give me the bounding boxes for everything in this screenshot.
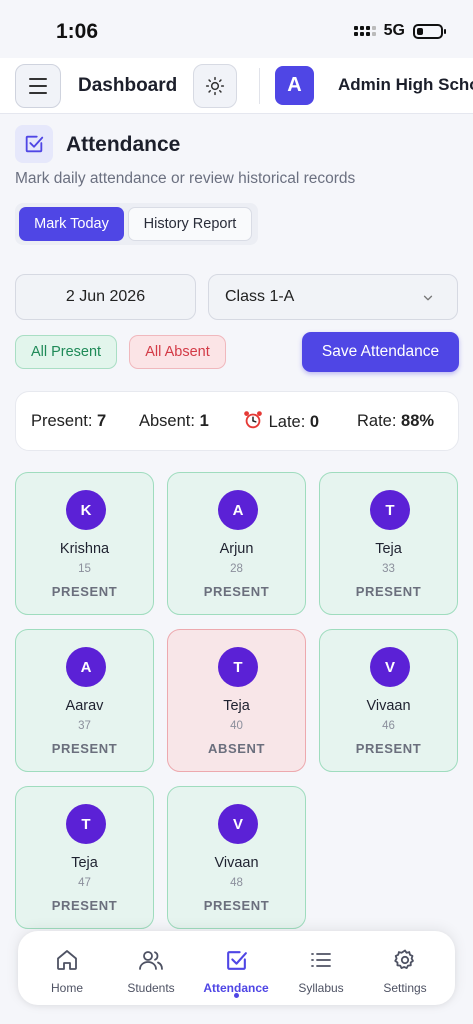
student-card[interactable]: K Krishna 15 PRESENT xyxy=(15,472,154,615)
late-count: 0 xyxy=(309,413,320,431)
nav-item-students[interactable]: Students xyxy=(109,947,193,995)
student-avatar: T xyxy=(66,804,106,844)
student-roll: 15 xyxy=(78,563,91,575)
header-divider xyxy=(259,68,260,104)
absent-stat: Absent: 1 xyxy=(139,412,209,430)
gear-icon xyxy=(394,949,414,969)
student-name: Teja xyxy=(375,541,402,557)
student-roll: 48 xyxy=(230,877,243,889)
status-bar: 1:06 5G xyxy=(0,0,473,58)
student-card[interactable]: A Arjun 28 PRESENT xyxy=(167,472,306,615)
attendance-summary: Present: 7 Absent: 1 Late: 0 Rate: 88% xyxy=(15,391,459,451)
student-roll: 33 xyxy=(382,563,395,575)
network-type: 5G xyxy=(383,22,405,39)
nav-label-students: Students xyxy=(127,981,175,995)
student-name: Krishna xyxy=(59,541,110,557)
student-status: PRESENT xyxy=(355,741,422,756)
student-status: PRESENT xyxy=(51,584,118,599)
student-roll: 28 xyxy=(230,563,243,575)
active-indicator-dot xyxy=(234,993,239,998)
student-name: Teja xyxy=(223,698,250,714)
sun-icon xyxy=(205,76,225,96)
nav-label-syllabus: Syllabus xyxy=(298,981,344,995)
student-name: Aarav xyxy=(65,698,104,714)
theme-toggle-button[interactable] xyxy=(193,64,237,108)
users-icon xyxy=(139,951,163,970)
nav-item-attendance[interactable]: Attendance xyxy=(194,947,278,995)
student-card[interactable]: A Aarav 37 PRESENT xyxy=(15,629,154,772)
student-status: PRESENT xyxy=(51,898,118,913)
nav-label-home: Home xyxy=(50,981,83,995)
menu-button[interactable] xyxy=(15,64,61,108)
student-roll: 46 xyxy=(382,720,395,732)
student-roll: 47 xyxy=(78,877,91,889)
student-avatar: V xyxy=(218,804,258,844)
student-card[interactable]: T Teja 47 PRESENT xyxy=(15,786,154,929)
student-name: Vivaan xyxy=(214,855,259,871)
student-roll: 40 xyxy=(230,720,243,732)
student-card[interactable]: T Teja 33 PRESENT xyxy=(319,472,458,615)
page-subtitle: Mark daily attendance or review historic… xyxy=(15,170,356,187)
checkbox-icon xyxy=(226,950,247,970)
student-roll: 37 xyxy=(78,720,91,732)
present-count: 7 xyxy=(97,412,107,430)
present-stat: Present: 7 xyxy=(31,412,107,430)
student-name: Vivaan xyxy=(366,698,411,714)
tab-history-report[interactable]: History Report xyxy=(128,207,252,241)
alarm-clock-icon xyxy=(244,411,262,429)
student-avatar: A xyxy=(66,647,106,687)
checkbox-icon xyxy=(25,135,44,153)
student-name: Teja xyxy=(71,855,98,871)
all-absent-button[interactable]: All Absent xyxy=(129,335,226,369)
home-icon xyxy=(57,950,77,970)
student-status: PRESENT xyxy=(203,898,270,913)
bottom-nav: Home Students Attendance Syllabus Settin… xyxy=(18,931,455,1005)
date-picker[interactable]: 2 Jun 2026 xyxy=(15,274,196,320)
student-card[interactable]: T Teja 40 ABSENT xyxy=(167,629,306,772)
top-header: Dashboard A Admin High School xyxy=(0,58,473,114)
student-avatar: A xyxy=(218,490,258,530)
student-avatar: T xyxy=(370,490,410,530)
student-status: PRESENT xyxy=(51,741,118,756)
attendance-rate: 88% xyxy=(401,412,435,430)
all-present-button[interactable]: All Present xyxy=(15,335,117,369)
nav-item-settings[interactable]: Settings xyxy=(363,947,447,995)
battery-icon xyxy=(413,23,446,39)
nav-item-syllabus[interactable]: Syllabus xyxy=(279,947,363,995)
student-card[interactable]: V Vivaan 48 PRESENT xyxy=(167,786,306,929)
student-status: PRESENT xyxy=(203,584,270,599)
status-indicators: 5G xyxy=(353,22,446,40)
student-status: ABSENT xyxy=(207,741,266,756)
student-card[interactable]: V Vivaan 46 PRESENT xyxy=(319,629,458,772)
student-avatar: V xyxy=(370,647,410,687)
school-avatar[interactable]: A xyxy=(275,66,314,105)
header-title: Dashboard xyxy=(78,75,178,96)
attendance-mode-tabs: Mark Today History Report xyxy=(15,203,258,245)
late-stat: Late: 0 xyxy=(242,409,319,432)
school-name[interactable]: Admin High School xyxy=(338,75,473,95)
save-attendance-button[interactable]: Save Attendance xyxy=(302,332,459,372)
absent-count: 1 xyxy=(199,412,209,430)
nav-item-home[interactable]: Home xyxy=(25,947,109,995)
list-icon xyxy=(311,953,331,967)
student-avatar: T xyxy=(218,647,258,687)
signal-icon xyxy=(353,26,376,36)
status-time: 1:06 xyxy=(56,20,99,43)
student-name: Arjun xyxy=(219,541,254,557)
tab-mark-today[interactable]: Mark Today xyxy=(19,207,124,241)
class-select-value: Class 1-A xyxy=(225,288,295,305)
nav-label-settings: Settings xyxy=(383,981,427,995)
student-status: PRESENT xyxy=(355,584,422,599)
page-title: Attendance xyxy=(66,133,181,156)
rate-stat: Rate: 88% xyxy=(357,412,435,430)
attendance-page-icon xyxy=(15,125,53,163)
class-select[interactable]: Class 1-A xyxy=(208,274,458,320)
student-avatar: K xyxy=(66,490,106,530)
hamburger-icon xyxy=(29,78,47,80)
chevron-down-icon xyxy=(423,295,433,301)
